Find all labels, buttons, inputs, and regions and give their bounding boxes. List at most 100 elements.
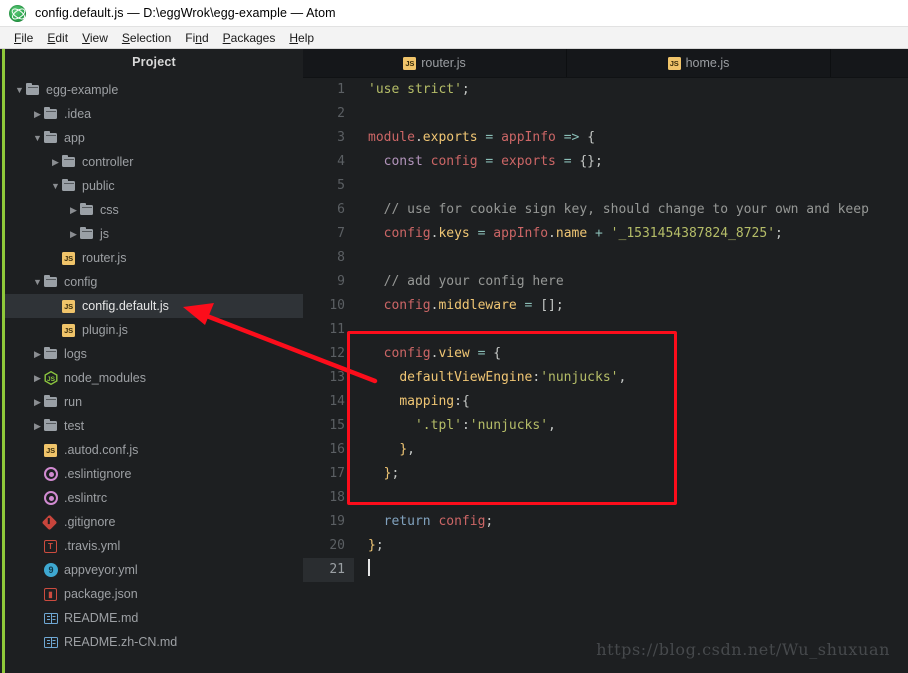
chevron-right-icon[interactable]: ▶ xyxy=(31,397,44,407)
tree-item-css[interactable]: ▶ css xyxy=(5,198,303,222)
menu-item-edit[interactable]: Edit xyxy=(40,31,75,45)
tree-item-appveyor-yml[interactable]: 9 appveyor.yml xyxy=(5,558,303,582)
chevron-down-icon[interactable]: ▼ xyxy=(31,133,44,143)
menu-item-packages[interactable]: Packages xyxy=(216,31,283,45)
code-line-text[interactable]: return config; xyxy=(354,510,908,534)
tree-item-label: plugin.js xyxy=(82,323,128,337)
git-icon xyxy=(41,514,61,530)
code-editor[interactable]: 1'use strict'; 2 3 module.exports = appInfo… xyxy=(303,78,908,673)
tree-item-logs[interactable]: ▶ logs xyxy=(5,342,303,366)
code-line-text[interactable]: config.middleware = []; xyxy=(354,294,908,318)
menu-item-find[interactable]: Find xyxy=(178,31,215,45)
code-line-text[interactable] xyxy=(354,558,908,582)
chevron-right-icon[interactable]: ▶ xyxy=(31,421,44,431)
line-number: 1 xyxy=(337,82,345,97)
tree-item-test[interactable]: ▶ test xyxy=(5,414,303,438)
chevron-right-icon[interactable]: ▶ xyxy=(31,349,44,359)
folder-icon xyxy=(26,82,43,95)
tree-item-gitignore[interactable]: .gitignore xyxy=(5,510,303,534)
chevron-right-icon[interactable]: ▶ xyxy=(67,229,80,239)
code-line-text[interactable]: }, xyxy=(354,438,908,462)
tree-item-router-js[interactable]: JS router.js xyxy=(5,246,303,270)
code-line-text[interactable]: config.view = { xyxy=(354,342,908,366)
tree-item-config-default-js[interactable]: JS config.default.js xyxy=(5,294,303,318)
code-line-text[interactable] xyxy=(354,174,908,198)
code-line-text[interactable]: defaultViewEngine:'nunjucks', xyxy=(354,366,908,390)
project-tree-list: ▼ egg-example ▶ .idea ▼ app ▶ controller ▼ public… xyxy=(5,75,303,654)
tree-item-autod-conf-js[interactable]: JS .autod.conf.js xyxy=(5,438,303,462)
chevron-right-icon[interactable]: ▶ xyxy=(49,157,62,167)
tree-item-config[interactable]: ▼ config xyxy=(5,270,303,294)
code-line: 20}; xyxy=(303,534,908,558)
tree-item-readme-md[interactable]: README.md xyxy=(5,606,303,630)
chevron-right-icon[interactable]: ▶ xyxy=(31,109,44,119)
code-line-text[interactable]: }; xyxy=(354,534,908,558)
code-token: : xyxy=(454,394,462,409)
tree-item-package-json[interactable]: ▮ package.json xyxy=(5,582,303,606)
tree-item-app[interactable]: ▼ app xyxy=(5,126,303,150)
tab-home-js[interactable]: JS home.js xyxy=(567,49,831,77)
tree-item-js[interactable]: ▶ js xyxy=(5,222,303,246)
tree-item-plugin-js[interactable]: JS plugin.js xyxy=(5,318,303,342)
menu-label-find-rest: d xyxy=(201,30,209,45)
code-line: 14 mapping:{ xyxy=(303,390,908,414)
tree-item-node-modules[interactable]: ▶ JS node_modules xyxy=(5,366,303,390)
code-line: 15 '.tpl':'nunjucks', xyxy=(303,414,908,438)
tree-item-label: .idea xyxy=(64,107,92,121)
code-line-text[interactable]: }; xyxy=(354,462,908,486)
title-bar: config.default.js — D:\eggWrok\egg-examp… xyxy=(0,0,908,27)
code-line-text[interactable]: mapping:{ xyxy=(354,390,908,414)
code-line: 9 // add your config here xyxy=(303,270,908,294)
code-token: = xyxy=(469,226,494,241)
tree-item-label: public xyxy=(82,179,115,193)
svg-text:JS: JS xyxy=(47,376,56,383)
tab-router-js[interactable]: JS router.js xyxy=(303,49,567,77)
code-line: 2 xyxy=(303,102,908,126)
code-line-text[interactable] xyxy=(354,102,908,126)
code-line-text[interactable]: '.tpl':'nunjucks', xyxy=(354,414,908,438)
chevron-down-icon[interactable]: ▼ xyxy=(49,181,62,191)
code-line-text[interactable]: 'use strict'; xyxy=(354,78,908,102)
code-line-text[interactable]: // use for cookie sign key, should chang… xyxy=(354,198,908,222)
folder-icon xyxy=(44,274,61,287)
chevron-right-icon[interactable]: ▶ xyxy=(67,205,80,215)
chevron-down-icon[interactable]: ▼ xyxy=(31,277,44,287)
chevron-right-icon[interactable]: ▶ xyxy=(31,373,44,383)
tree-item-public[interactable]: ▼ public xyxy=(5,174,303,198)
menu-item-help[interactable]: Help xyxy=(282,31,321,45)
code-token: module xyxy=(368,130,415,145)
tree-item-label: node_modules xyxy=(64,371,147,385)
tree-item-egg-example[interactable]: ▼ egg-example xyxy=(5,78,303,102)
chevron-down-icon[interactable]: ▼ xyxy=(13,85,26,95)
tree-item-eslintignore[interactable]: .eslintignore xyxy=(5,462,303,486)
tree-item-label: app xyxy=(64,131,85,145)
tree-item-readme-zh-cn-md[interactable]: README.zh-CN.md xyxy=(5,630,303,654)
tab-bar-empty-space xyxy=(831,49,908,77)
js-file-icon: JS xyxy=(62,323,79,337)
tree-item-travis-yml[interactable]: T .travis.yml xyxy=(5,534,303,558)
code-line-text[interactable] xyxy=(354,246,908,270)
code-line-text[interactable]: // add your config here xyxy=(354,270,908,294)
menu-item-file[interactable]: File xyxy=(7,31,40,45)
code-line-text[interactable]: const config = exports = {}; xyxy=(354,150,908,174)
code-line-text[interactable]: config.keys = appInfo.name + '_153145438… xyxy=(354,222,908,246)
node-hex-icon: JS xyxy=(44,371,61,385)
tree-item-eslintrc[interactable]: .eslintrc xyxy=(5,486,303,510)
menu-item-selection[interactable]: Selection xyxy=(115,31,178,45)
tree-item-label: .autod.conf.js xyxy=(64,443,139,457)
tree-item-label: router.js xyxy=(82,251,127,265)
code-line-text[interactable]: module.exports = appInfo => { xyxy=(354,126,908,150)
code-token: '_1531454387824_8725' xyxy=(610,226,776,241)
code-line-text[interactable] xyxy=(354,318,908,342)
line-number: 18 xyxy=(329,490,345,505)
tree-item-controller[interactable]: ▶ controller xyxy=(5,150,303,174)
tree-item-run[interactable]: ▶ run xyxy=(5,390,303,414)
menu-label-edit-rest: dit xyxy=(55,30,69,45)
menu-item-view[interactable]: View xyxy=(75,31,115,45)
code-token: [] xyxy=(540,298,556,313)
tree-item-label: logs xyxy=(64,347,87,361)
tree-item-idea[interactable]: ▶ .idea xyxy=(5,102,303,126)
code-line-text[interactable] xyxy=(354,486,908,510)
